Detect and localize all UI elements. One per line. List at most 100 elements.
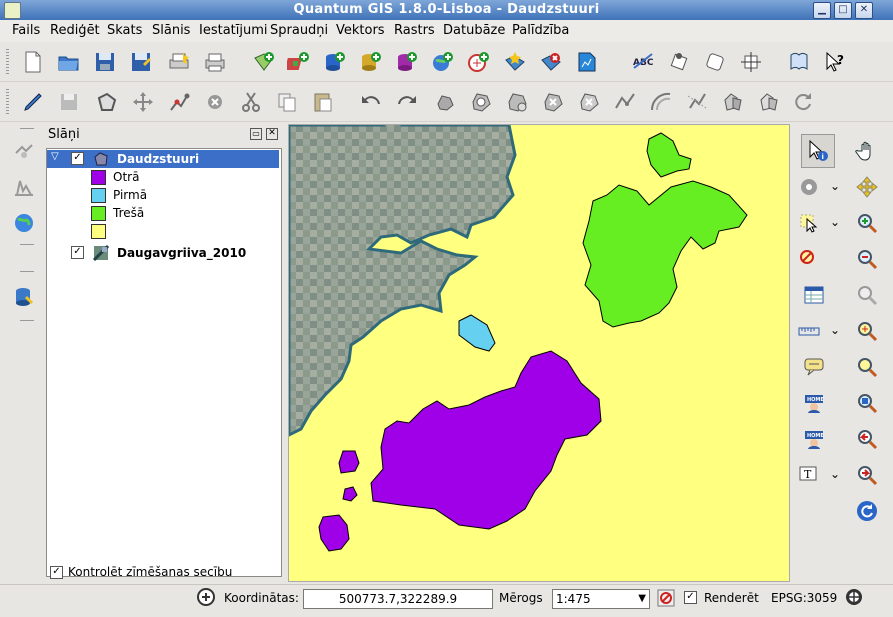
measure-line-icon[interactable] xyxy=(796,318,822,344)
stop-rendering-icon[interactable] xyxy=(657,589,675,607)
menu-skats[interactable]: Skats xyxy=(107,23,142,38)
menu-iestatijumi[interactable]: Iestatījumi xyxy=(199,23,268,38)
delete-selected-icon[interactable] xyxy=(202,89,228,115)
pan-to-selection-icon[interactable] xyxy=(854,174,880,200)
zoom-to-selection-icon[interactable] xyxy=(854,318,880,344)
add-feature-icon[interactable] xyxy=(94,89,120,115)
deselect-features-icon[interactable] xyxy=(796,246,822,272)
undo-icon[interactable] xyxy=(358,89,384,115)
add-wfs-layer-icon[interactable] xyxy=(466,49,492,75)
toolbar-grip[interactable] xyxy=(20,320,34,322)
add-spatialite-layer-icon[interactable] xyxy=(358,49,384,75)
help-contents-icon[interactable] xyxy=(786,49,812,75)
new-bookmark-icon[interactable]: HOME xyxy=(801,390,827,416)
move-label-icon[interactable] xyxy=(738,49,764,75)
toolbar-grip[interactable] xyxy=(20,128,34,130)
map-canvas[interactable] xyxy=(288,124,790,582)
menu-fails[interactable]: Fails xyxy=(12,23,40,38)
toolbar-grip[interactable] xyxy=(20,271,34,273)
new-print-composer-icon[interactable] xyxy=(166,49,192,75)
menu-rastrs[interactable]: Rastrs xyxy=(394,23,435,38)
histogram-stretch-icon[interactable] xyxy=(11,174,37,200)
refresh-icon[interactable] xyxy=(854,498,880,524)
add-wms-layer-icon[interactable] xyxy=(430,49,456,75)
show-hide-labels-icon[interactable] xyxy=(702,49,728,75)
run-feature-action-icon[interactable] xyxy=(796,174,822,200)
zoom-to-layer-icon[interactable] xyxy=(854,354,880,380)
render-order-checkbox[interactable]: ✓ xyxy=(50,566,63,579)
float-panel-button[interactable]: ▭ xyxy=(250,128,262,140)
maximize-button[interactable]: □ xyxy=(834,2,852,19)
zoom-last-icon[interactable] xyxy=(854,426,880,452)
cut-features-icon[interactable] xyxy=(238,89,264,115)
crs-status[interactable]: EPSG:3059 xyxy=(771,591,837,605)
new-project-icon[interactable] xyxy=(20,49,46,75)
zoom-next-icon[interactable] xyxy=(854,462,880,488)
toggle-editing-icon[interactable] xyxy=(20,89,46,115)
layer-visibility-checkbox[interactable]: ✓ xyxy=(71,246,84,259)
zoom-native-resolution-icon[interactable] xyxy=(854,390,880,416)
menu-spraudni[interactable]: Spraudņi xyxy=(270,23,328,38)
delete-ring-icon[interactable] xyxy=(540,89,566,115)
offset-curve-icon[interactable] xyxy=(648,89,674,115)
layer-row-daugavgriiva[interactable]: ✓ Daugavgriiva_2010 xyxy=(47,244,279,262)
menu-rediget[interactable]: Rediģēt xyxy=(50,23,100,38)
save-edits-icon[interactable] xyxy=(56,89,82,115)
db-manager-icon[interactable] xyxy=(11,284,37,310)
map-tips-icon[interactable] xyxy=(801,354,827,380)
close-panel-button[interactable]: ✕ xyxy=(266,128,278,140)
coordinates-field[interactable]: 500773.7,322289.9 xyxy=(303,589,493,609)
add-postgis-layer-icon[interactable] xyxy=(322,49,348,75)
identify-features-icon[interactable]: i xyxy=(801,134,835,168)
text-annotation-icon[interactable]: T xyxy=(796,462,822,488)
zoom-full-icon[interactable] xyxy=(854,282,880,308)
layer-row-daudzstuuri[interactable]: ▽ ✓ Daudzstuuri xyxy=(47,150,279,168)
add-vector-layer-icon[interactable] xyxy=(251,49,277,75)
save-as-icon[interactable] xyxy=(128,49,154,75)
split-features-icon[interactable] xyxy=(684,89,710,115)
save-project-icon[interactable] xyxy=(92,49,118,75)
crs-globe-icon[interactable] xyxy=(844,587,864,607)
add-mssql-layer-icon[interactable] xyxy=(394,49,420,75)
toolbar-grip[interactable] xyxy=(6,49,9,75)
chevron-down-icon[interactable]: ⌄ xyxy=(830,215,840,229)
gps-tracking-icon[interactable] xyxy=(11,138,37,164)
chevron-down-icon[interactable]: ⌄ xyxy=(830,467,840,481)
select-features-icon[interactable] xyxy=(796,210,822,236)
scale-combobox[interactable]: 1:475 ▼ xyxy=(552,589,650,609)
dropdown-arrow-icon[interactable]: ▼ xyxy=(638,590,646,608)
remove-layer-icon[interactable] xyxy=(538,49,564,75)
copy-features-icon[interactable] xyxy=(274,89,300,115)
close-button[interactable]: ✕ xyxy=(855,2,873,19)
open-attribute-table-icon[interactable] xyxy=(801,282,827,308)
show-bookmarks-icon[interactable]: HOME xyxy=(801,426,827,452)
pin-labels-icon[interactable] xyxy=(666,49,692,75)
expand-arrow-icon[interactable]: ▽ xyxy=(51,151,59,162)
rotate-symbols-icon[interactable] xyxy=(790,89,816,115)
redo-icon[interactable] xyxy=(394,89,420,115)
node-tool-icon[interactable] xyxy=(166,89,192,115)
pan-map-icon[interactable] xyxy=(854,138,880,164)
reshape-features-icon[interactable] xyxy=(612,89,638,115)
menu-slanis[interactable]: Slānis xyxy=(152,23,190,38)
toolbar-grip[interactable] xyxy=(20,244,34,246)
add-raster-layer-icon[interactable] xyxy=(286,49,312,75)
add-part-icon[interactable] xyxy=(504,89,530,115)
move-feature-icon[interactable] xyxy=(130,89,156,115)
new-spatialite-layer-icon[interactable] xyxy=(574,49,600,75)
label-tool-icon[interactable]: ABC xyxy=(630,49,656,75)
simplify-feature-icon[interactable] xyxy=(432,89,458,115)
merge-attributes-icon[interactable] xyxy=(756,89,782,115)
menu-vektors[interactable]: Vektors xyxy=(336,23,385,38)
toolbar-grip[interactable] xyxy=(6,89,9,115)
paste-features-icon[interactable] xyxy=(310,89,336,115)
coordinate-toggle-icon[interactable] xyxy=(196,587,216,607)
chevron-down-icon[interactable]: ⌄ xyxy=(830,323,840,337)
add-ring-icon[interactable] xyxy=(468,89,494,115)
minimize-button[interactable]: ▁ xyxy=(813,2,831,19)
print-icon[interactable] xyxy=(202,49,228,75)
zoom-in-icon[interactable] xyxy=(854,210,880,236)
chevron-down-icon[interactable]: ⌄ xyxy=(830,179,840,193)
whats-this-icon[interactable]: ? xyxy=(822,49,848,75)
globe-plugin-icon[interactable] xyxy=(11,210,37,236)
